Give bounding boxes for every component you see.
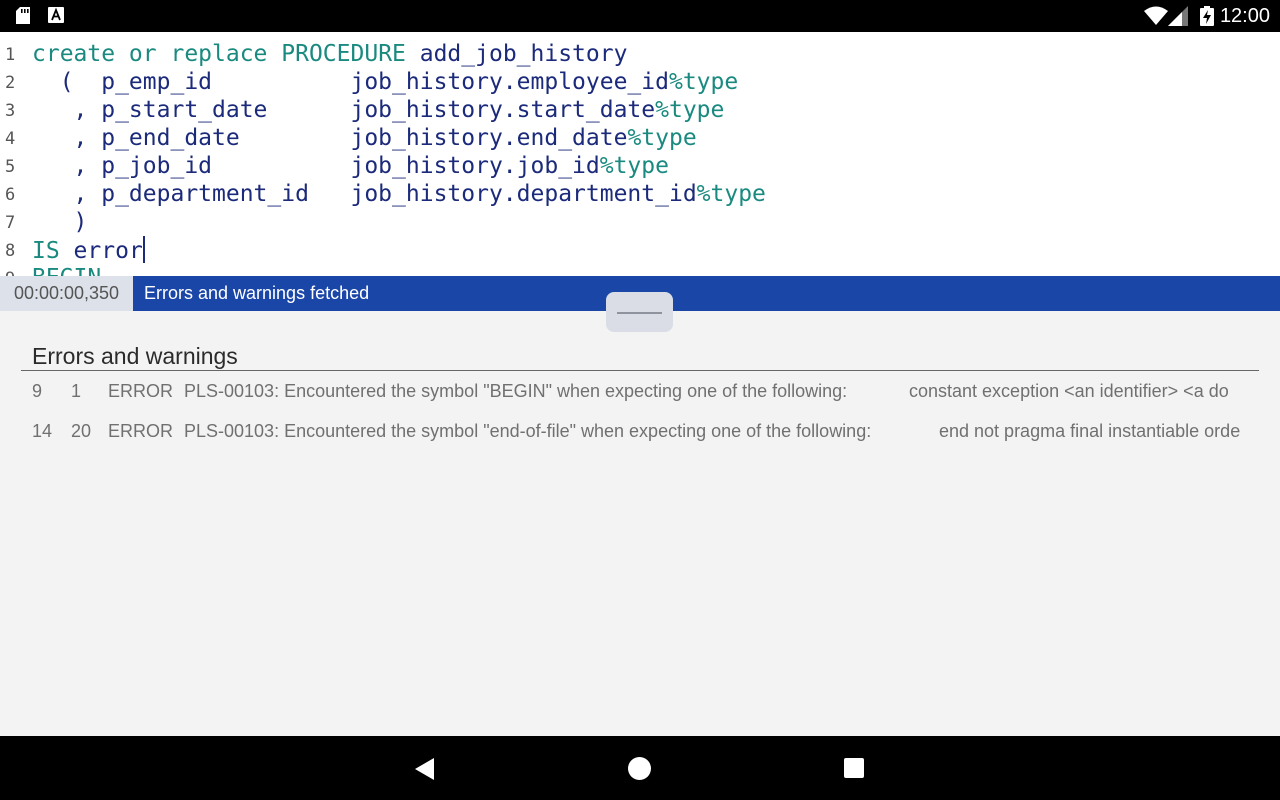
code-text: , p_job_id job_history.job_id%type [32, 152, 669, 180]
code-identifier [267, 41, 281, 67]
code-line[interactable]: 5 , p_job_id job_history.job_id%type [0, 152, 1270, 180]
errors-panel-title: Errors and warnings [32, 343, 238, 369]
signal-icon [1168, 6, 1188, 26]
code-keyword: %type [599, 153, 669, 179]
errors-panel: Errors and warnings 9 1 ERROR PLS-00103:… [0, 311, 1280, 736]
error-row[interactable]: 14 20 ERROR PLS-00103: Encountered the s… [21, 416, 1259, 446]
code-editor[interactable]: 1 create or replace PROCEDURE add_job_his… [0, 32, 1280, 276]
code-line[interactable]: 2 ( p_emp_id job_history.employee_id%typ… [0, 68, 1270, 96]
code-line[interactable]: 7 ) [0, 208, 1270, 236]
code-text: IS error [32, 236, 145, 265]
error-column: 20 [71, 421, 92, 441]
code-line[interactable]: 4 , p_end_date job_history.end_date%type [0, 124, 1270, 152]
panel-resize-handle[interactable] [606, 292, 673, 332]
wifi-icon [1144, 6, 1168, 25]
code-text: , p_start_date job_history.start_date%ty… [32, 96, 725, 124]
code-keyword: create or replace [32, 41, 268, 67]
code-identifier: , p_start_date job_history.start_date [32, 97, 656, 123]
error-severity: ERROR [108, 381, 174, 401]
code-keyword: %type [696, 181, 766, 207]
code-line[interactable]: 8 IS error [0, 236, 1270, 264]
back-icon[interactable] [414, 757, 436, 781]
error-message: PLS-00103: Encountered the symbol "BEGIN… [184, 381, 848, 401]
code-identifier: ( p_emp_id job_history.employee_id [32, 69, 669, 95]
line-number: 8 [5, 241, 16, 261]
error-detail: constant exception <an identifier> <a do [909, 381, 1229, 401]
line-number: 2 [5, 73, 16, 93]
line-number: 6 [5, 185, 16, 205]
code-line[interactable]: 1 create or replace PROCEDURE add_job_his… [0, 40, 1270, 68]
code-identifier: error [59, 238, 143, 264]
line-number: 7 [5, 213, 16, 233]
code-text: , p_department_id job_history.department… [32, 180, 766, 208]
status-bar: 12:00 [0, 0, 1280, 32]
line-number: 9 [5, 268, 25, 276]
home-icon[interactable] [628, 757, 651, 780]
code-identifier: , p_end_date job_history.end_date [32, 125, 628, 151]
error-message: PLS-00103: Encountered the symbol "end-o… [184, 421, 872, 441]
font-a-icon [48, 7, 64, 23]
battery-charging-icon [1200, 6, 1214, 26]
clock: 12:00 [1219, 5, 1270, 27]
code-keyword: IS [32, 238, 60, 264]
divider [21, 370, 1259, 371]
text-cursor [142, 236, 145, 263]
elapsed-time: 00:00:00,350 [0, 276, 133, 311]
navigation-bar [0, 736, 1280, 800]
error-severity: ERROR [108, 421, 174, 441]
code-identifier: add_job_history [405, 41, 628, 67]
code-identifier: , p_department_id job_history.department… [32, 181, 697, 207]
sd-card-icon [16, 7, 30, 24]
code-keyword: BEGIN [32, 265, 101, 276]
error-line: 9 [32, 381, 43, 401]
line-number: 5 [5, 157, 16, 177]
status-message: Errors and warnings fetched [144, 283, 370, 303]
code-text: ( p_emp_id job_history.employee_id%type [32, 68, 739, 96]
code-keyword: PROCEDURE [281, 41, 406, 67]
code-text: create or replace PROCEDURE add_job_hist… [32, 40, 627, 68]
code-text: ) [32, 208, 88, 236]
line-number: 4 [5, 129, 16, 149]
code-keyword: %type [668, 69, 739, 95]
error-line: 14 [32, 421, 53, 441]
code-keyword: %type [627, 125, 697, 151]
code-text: , p_end_date job_history.end_date%type [32, 124, 697, 152]
code-line[interactable]: 6 , p_department_id job_history.departme… [0, 180, 1270, 208]
code-identifier: ) [32, 209, 88, 235]
recents-icon[interactable] [844, 758, 864, 778]
code-identifier: , p_job_id job_history.job_id [32, 153, 600, 179]
line-number: 3 [5, 101, 16, 121]
line-number: 1 [5, 45, 16, 65]
drag-handle-icon [617, 312, 662, 314]
code-text: BEGIN [32, 264, 101, 276]
code-keyword: %type [655, 97, 725, 123]
error-row[interactable]: 9 1 ERROR PLS-00103: Encountered the sym… [21, 376, 1259, 406]
code-line[interactable]: 3 , p_start_date job_history.start_date%… [0, 96, 1270, 124]
error-detail: end not pragma final instantiable orde [939, 421, 1241, 441]
code-line[interactable]: 9 BEGIN [0, 264, 1270, 276]
error-column: 1 [71, 381, 82, 401]
